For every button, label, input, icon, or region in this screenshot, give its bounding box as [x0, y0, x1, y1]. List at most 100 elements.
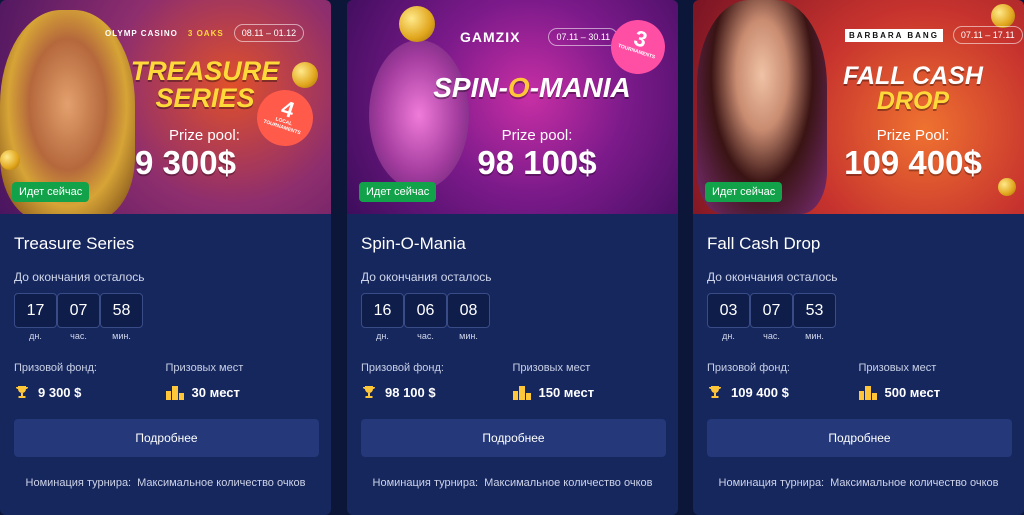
trophy-icon: [14, 384, 30, 400]
countdown-label: До окончания осталось: [707, 270, 838, 284]
countdown-days: 16: [361, 293, 404, 328]
tournaments-count-badge: 3 TOURNAMENTS: [603, 12, 673, 82]
banner-title-line: DROP: [876, 87, 950, 115]
banner-pool-label: Prize pool:: [169, 127, 240, 144]
prize-places-value: 500 мест: [884, 384, 941, 400]
provider-logo: GAMZIX: [460, 29, 521, 45]
countdown-minutes: 08: [447, 293, 490, 328]
banner-pool-value: 109 400$: [844, 144, 982, 181]
status-badge: Идет сейчас: [359, 182, 437, 202]
countdown-hours: 07: [750, 293, 793, 328]
status-badge: Идет сейчас: [705, 182, 783, 202]
tournament-banner[interactable]: GAMZIX 07.11 – 30.11 SPIN-O-MANIA 3 TOUR…: [347, 0, 678, 214]
prize-places: Призовых мест 500 мест: [858, 362, 1011, 400]
prize-fund-label: Призовой фонд:: [14, 362, 97, 374]
prize-places: Призовых мест 30 мест: [165, 362, 318, 400]
nomination-value: Максимальное количество очков: [830, 477, 999, 489]
tournament-nomination: Номинация турнира: Максимальное количеств…: [707, 477, 1010, 489]
prize-places-label: Призовых мест: [165, 362, 244, 374]
prize-fund-label: Призовой фонд:: [707, 362, 790, 374]
countdown-timer: 17 дн. 07 час. 58 мин.: [14, 293, 317, 341]
podium-icon: [165, 384, 184, 400]
prize-places-value: 30 мест: [191, 384, 240, 400]
countdown-timer: 16 дн. 06 час. 08 мин.: [361, 293, 664, 341]
coin-decoration: [0, 150, 20, 170]
banner-pool-value: 98 100$: [477, 144, 597, 181]
tournament-card-spin-o-mania[interactable]: GAMZIX 07.11 – 30.11 SPIN-O-MANIA 3 TOUR…: [347, 0, 678, 515]
nomination-label: Номинация турнира:: [718, 477, 825, 489]
countdown-unit: час.: [417, 331, 434, 341]
countdown-label: До окончания осталось: [361, 270, 492, 284]
banner-title-part: O: [507, 72, 530, 103]
banner-dates: 08.11 – 01.12: [233, 24, 305, 42]
prize-fund-value: 109 400 $: [731, 384, 789, 400]
prize-fund-value: 98 100 $: [385, 384, 436, 400]
banner-title: SPIN-O-MANIA: [417, 74, 647, 102]
banner-title-line: TREASURE: [130, 56, 280, 86]
banner-logos: GAMZIX 07.11 – 30.11: [460, 28, 619, 46]
banner-title-part: SPIN-: [433, 72, 508, 103]
banner-dates: 07.11 – 30.11: [548, 28, 619, 46]
coin-decoration: [399, 6, 435, 42]
countdown-minutes: 53: [793, 293, 836, 328]
banner-pool-value: 9 300$: [135, 144, 236, 181]
banner-dates: 07.11 – 17.11: [952, 26, 1023, 44]
countdown-hours: 07: [57, 293, 100, 328]
tournament-banner[interactable]: BARBARA BANG 07.11 – 17.11 FALL CASH DRO…: [693, 0, 1024, 214]
countdown-unit: мин.: [459, 331, 478, 341]
prize-fund: Призовой фонд: 9 300 $: [14, 362, 166, 400]
banner-logos: OLYMP CASINO 3 OAKS 08.11 – 01.12: [105, 24, 305, 42]
prize-places-label: Призовых мест: [512, 362, 591, 374]
tournament-card-treasure-series[interactable]: OLYMP CASINO 3 OAKS 08.11 – 01.12 TREASU…: [0, 0, 331, 515]
banner-title-part: -MANIA: [529, 72, 631, 103]
countdown-hours: 06: [404, 293, 447, 328]
tournament-nomination: Номинация турнира: Максимальное количеств…: [361, 477, 664, 489]
prize-places: Призовых мест 150 мест: [512, 362, 665, 400]
podium-icon: [858, 384, 877, 400]
nomination-label: Номинация турнира:: [372, 477, 479, 489]
countdown-unit: дн.: [376, 331, 389, 341]
coin-decoration: [991, 4, 1015, 28]
countdown-minutes: 58: [100, 293, 143, 328]
status-badge: Идет сейчас: [12, 182, 90, 202]
tournament-title[interactable]: Fall Cash Drop: [707, 234, 1010, 256]
tournament-title[interactable]: Treasure Series: [14, 234, 317, 256]
countdown-unit: мин.: [805, 331, 824, 341]
trophy-icon: [707, 384, 723, 400]
details-button[interactable]: Подробнее: [707, 419, 1012, 457]
countdown-unit: мин.: [112, 331, 131, 341]
trophy-icon: [361, 384, 377, 400]
prize-fund-value: 9 300 $: [38, 384, 82, 400]
banner-pool-label: Prize pool:: [501, 127, 573, 144]
prize-places-value: 150 мест: [538, 384, 595, 400]
prize-fund: Призовой фонд: 109 400 $: [707, 362, 859, 400]
banner-logos: BARBARA BANG 07.11 – 17.11: [845, 26, 1023, 44]
tournament-title[interactable]: Spin-O-Mania: [361, 234, 664, 256]
countdown-days: 03: [707, 293, 750, 328]
details-button[interactable]: Подробнее: [361, 419, 666, 457]
tournament-card-fall-cash-drop[interactable]: BARBARA BANG 07.11 – 17.11 FALL CASH DRO…: [693, 0, 1024, 515]
countdown-days: 17: [14, 293, 57, 328]
podium-icon: [512, 384, 531, 400]
coin-decoration: [292, 62, 318, 88]
provider-logo: OLYMP CASINO: [105, 28, 178, 38]
provider-logo: 3 OAKS: [187, 28, 224, 38]
countdown-timer: 03 дн. 07 час. 53 мин.: [707, 293, 1010, 341]
banner-pool-label: Prize Pool:: [876, 127, 950, 144]
nomination-label: Номинация турнира:: [25, 477, 132, 489]
prize-fund-label: Призовой фонд:: [361, 362, 444, 374]
prize-fund: Призовой фонд: 98 100 $: [361, 362, 513, 400]
countdown-unit: час.: [763, 331, 780, 341]
tournament-banner[interactable]: OLYMP CASINO 3 OAKS 08.11 – 01.12 TREASU…: [0, 0, 331, 214]
countdown-label: До окончания осталось: [14, 270, 145, 284]
banner-title-line: FALL CASH: [843, 62, 983, 90]
nomination-value: Максимальное количество очков: [137, 477, 306, 489]
countdown-unit: час.: [70, 331, 87, 341]
nomination-value: Максимальное количество очков: [484, 477, 653, 489]
provider-logo: BARBARA BANG: [845, 28, 943, 42]
tournament-nomination: Номинация турнира: Максимальное количеств…: [14, 477, 317, 489]
countdown-unit: дн.: [722, 331, 735, 341]
banner-title: FALL CASH DROP: [823, 64, 1003, 114]
details-button[interactable]: Подробнее: [14, 419, 319, 457]
countdown-unit: дн.: [29, 331, 42, 341]
